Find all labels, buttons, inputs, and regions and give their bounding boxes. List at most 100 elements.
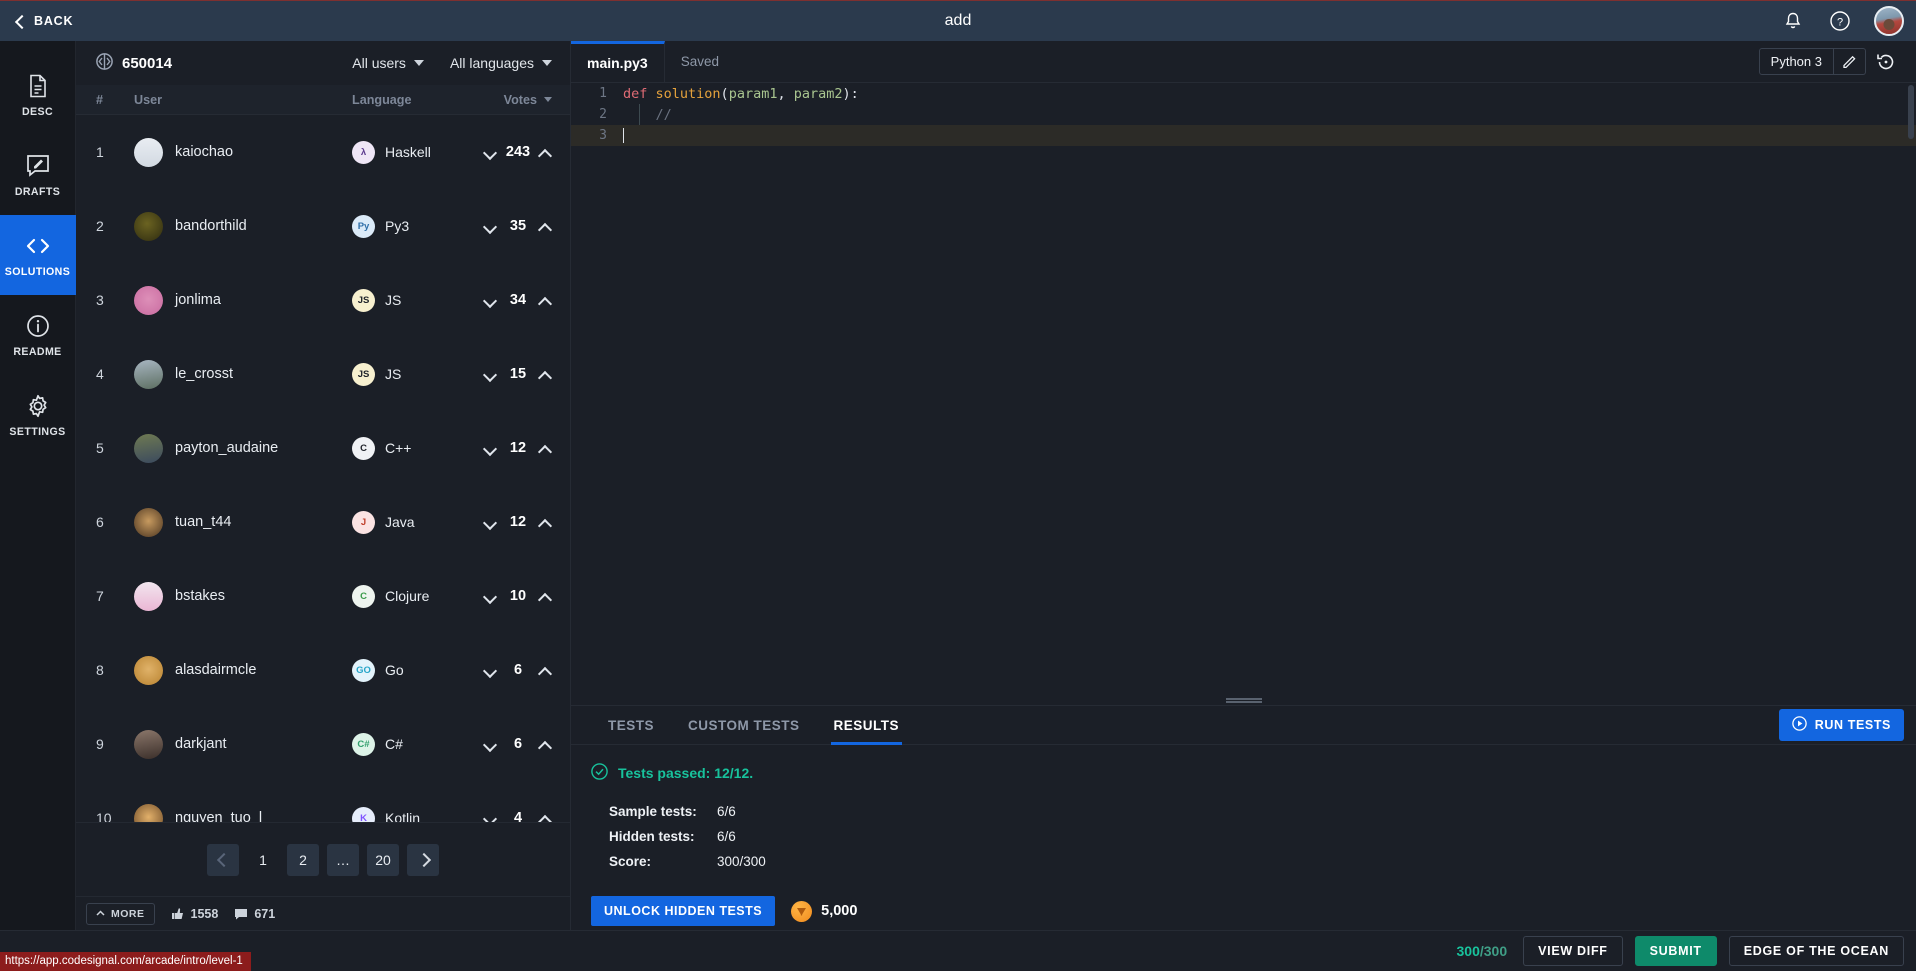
upvote-icon[interactable] [539, 148, 552, 157]
question-circle-icon[interactable]: ? [1827, 8, 1853, 34]
pagination-next[interactable] [407, 843, 439, 876]
avatar [134, 285, 163, 315]
row-user[interactable]: tuan_t44 [134, 507, 352, 537]
rail-item-desc[interactable]: DESC [0, 55, 76, 135]
rail-item-drafts[interactable]: DRAFTS [0, 135, 76, 215]
run-tests-button[interactable]: RUN TESTS [1778, 709, 1904, 741]
pencil-icon[interactable] [1834, 48, 1866, 75]
panel-splitter[interactable] [566, 459, 574, 489]
upvote-icon[interactable] [539, 518, 552, 527]
downvote-icon[interactable] [484, 370, 497, 379]
pagination-page-1[interactable]: 1 [247, 844, 279, 876]
rail-item-settings[interactable]: SETTINGS [0, 375, 76, 455]
downvote-icon[interactable] [484, 444, 497, 453]
row-user[interactable]: le_crosst [134, 359, 352, 389]
row-user[interactable]: bandorthild [134, 211, 352, 241]
upvote-icon[interactable] [539, 296, 552, 305]
row-votes: 6 [470, 736, 552, 752]
table-row[interactable]: 7 bstakes C Clojure 10 [76, 559, 570, 633]
upvote-icon[interactable] [539, 592, 552, 601]
pagination-page-20[interactable]: 20 [367, 843, 399, 876]
row-user[interactable]: darkjant [134, 729, 352, 759]
table-row[interactable]: 5 payton_audaine C C++ 12 [76, 411, 570, 485]
downvote-icon[interactable] [484, 592, 497, 601]
view-diff-button[interactable]: VIEW DIFF [1523, 936, 1623, 966]
unlock-hidden-tests-button[interactable]: UNLOCK HIDDEN TESTS [591, 896, 776, 926]
upvote-icon[interactable] [539, 370, 552, 379]
code-editor[interactable]: 1 def solution(param1, param2): 2 // 3 [571, 83, 1916, 695]
column-votes[interactable]: Votes [470, 93, 552, 107]
tab-custom-tests[interactable]: CUSTOM TESTS [671, 705, 817, 745]
rail-label-settings: SETTINGS [9, 425, 66, 438]
vote-count: 4 [513, 810, 523, 822]
row-user[interactable]: bstakes [134, 581, 352, 611]
upvote-icon[interactable] [539, 740, 552, 749]
filter-languages[interactable]: All languages [450, 55, 552, 71]
next-task-button[interactable]: EDGE OF THE OCEAN [1728, 936, 1904, 966]
upvote-count: 1558 [190, 906, 219, 921]
pagination-prev[interactable] [207, 843, 239, 876]
language-selector[interactable]: Python 3 [1758, 48, 1834, 75]
upvote-icon[interactable] [539, 814, 552, 823]
bottom-bar: 300/300 VIEW DIFF SUBMIT EDGE OF THE OCE… [0, 930, 1916, 971]
vote-count: 12 [509, 440, 527, 456]
downvote-icon[interactable] [484, 296, 497, 305]
back-button[interactable]: BACK [0, 1, 89, 42]
tab-results[interactable]: RESULTS [817, 705, 917, 745]
row-user[interactable]: kaiochao [134, 137, 352, 167]
bell-icon[interactable] [1780, 8, 1806, 34]
results-status: Tests passed: 12/12. [591, 763, 1916, 783]
upvote-icon[interactable] [539, 444, 552, 453]
pagination-page-2[interactable]: 2 [287, 843, 319, 876]
submit-button[interactable]: SUBMIT [1634, 936, 1717, 966]
language-icon: C [352, 584, 375, 608]
table-row[interactable]: 2 bandorthild Py Py3 35 [76, 189, 570, 263]
table-row[interactable]: 3 jonlima JS JS 34 [76, 263, 570, 337]
filter-users[interactable]: All users [352, 55, 424, 71]
results-panel-drag-handle[interactable] [571, 695, 1916, 705]
results-details: Sample tests: 6/6 Hidden tests: 6/6 Score: 30… [609, 799, 1916, 874]
pagination-page-…[interactable]: … [327, 843, 359, 876]
result-value: 300/300 [717, 854, 766, 869]
row-user[interactable]: jonlima [134, 285, 352, 315]
table-row[interactable]: 10 nguyen_tuo_l K Kotlin 4 [76, 781, 570, 822]
editor-scrollbar[interactable] [1908, 85, 1914, 139]
tab-tests[interactable]: TESTS [591, 705, 671, 745]
history-revert-icon[interactable] [1866, 52, 1906, 72]
avatar [134, 507, 163, 537]
row-language: C C++ [352, 436, 470, 460]
downvote-icon[interactable] [484, 666, 497, 675]
upvote-icon[interactable] [539, 222, 552, 231]
downvote-icon[interactable] [484, 740, 497, 749]
table-row[interactable]: 4 le_crosst JS JS 15 [76, 337, 570, 411]
score-total: /300 [1479, 943, 1508, 959]
upvote-icon[interactable] [539, 666, 552, 675]
language-icon: JS [352, 362, 375, 386]
avatar [134, 433, 163, 463]
table-row[interactable]: 1 kaiochao λ Haskell 243 [76, 115, 570, 189]
row-user[interactable]: nguyen_tuo_l [134, 803, 352, 822]
task-id: 650014 [96, 52, 172, 74]
solutions-column-header: # User Language Votes [76, 85, 570, 115]
row-user[interactable]: alasdairmcle [134, 655, 352, 685]
rail-item-solutions[interactable]: SOLUTIONS [0, 215, 76, 295]
downvote-icon[interactable] [484, 518, 497, 527]
back-label: BACK [34, 14, 74, 28]
rail-item-readme[interactable]: README [0, 295, 76, 375]
downvote-icon[interactable] [484, 148, 497, 157]
row-votes: 12 [470, 514, 552, 530]
more-button[interactable]: MORE [86, 902, 155, 925]
downvote-icon[interactable] [484, 222, 497, 231]
avatar [134, 803, 163, 822]
table-row[interactable]: 6 tuan_t44 J Java 12 [76, 485, 570, 559]
user-avatar[interactable] [1874, 6, 1904, 36]
editor-tab-file[interactable]: main.py3 [571, 41, 665, 82]
row-language-name: Java [385, 514, 415, 530]
table-row[interactable]: 9 darkjant C# C# 6 [76, 707, 570, 781]
row-user[interactable]: payton_audaine [134, 433, 352, 463]
downvote-icon[interactable] [484, 814, 497, 823]
row-votes: 15 [470, 366, 552, 382]
coin-icon [791, 900, 813, 922]
info-circle-icon [26, 313, 50, 339]
table-row[interactable]: 8 alasdairmcle GO Go 6 [76, 633, 570, 707]
